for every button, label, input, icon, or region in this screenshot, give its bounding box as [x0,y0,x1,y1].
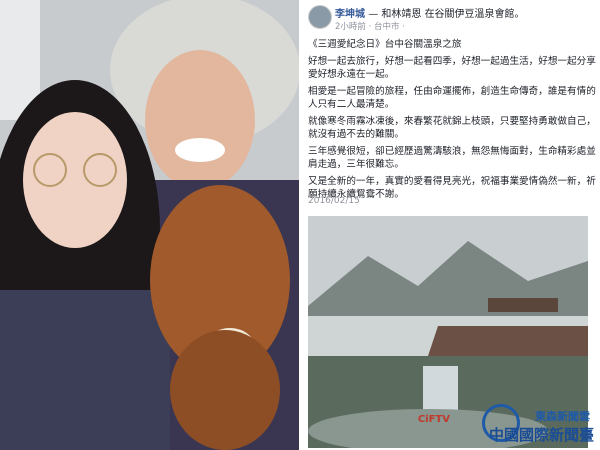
post-title: 《三週愛紀念日》台中谷關溫泉之旅 [308,39,462,50]
post-header: 李坤城 — 和林靖恩 在谷關伊豆溫泉會館。 2小時前 · 台中市 · [300,0,600,36]
post-date: 2016/02/15 [308,196,360,206]
post-paragraph: 相愛是一起冒險的旅程，任由命運擺佈，創造生命傳奇，誰是有情的人只有二人最清楚。 [308,85,596,111]
tagged-with[interactable]: — 和林靖恩 [368,9,421,20]
post-text: 《三週愛紀念日》台中谷關溫泉之旅 好想一起去旅行，好想一起看四季，好想一起過生活… [308,38,596,205]
checkin-location[interactable]: 在谷關伊豆溫泉會館。 [425,9,525,20]
post-paragraph: 三年感覺很短，卻已經歷過驚濤駭浪，無怨無悔面對，生命精彩處並肩走過，三年很難忘。 [308,145,596,171]
post-paragraph: 就像寒冬雨霧冰凍後，來春繁花就錦上枝頭，只要堅持勇敢做自己，就沒有過不去的難關。 [308,115,596,141]
post-author-line: 李坤城 — 和林靖恩 在谷關伊豆溫泉會館。 [335,5,525,20]
cftv-logo: CiFTV [417,414,450,425]
post-meta: 2小時前 · 台中市 · [335,22,405,32]
selfie-illustration [0,0,299,450]
watermark-ccn: 中國國際新聞臺 [488,426,594,444]
couple-selfie-photo [0,0,299,450]
facebook-post: 李坤城 — 和林靖恩 在谷關伊豆溫泉會館。 2小時前 · 台中市 · 《三週愛紀… [300,0,600,450]
watermark-ettoday: 東森新聞雲 [535,410,590,423]
author-name[interactable]: 李坤城 [335,9,365,20]
post-paragraph: 好想一起去旅行，好想一起看四季，好想一起過生活，好想一起分享愛好想永遠在一起。 [308,55,596,81]
author-avatar[interactable] [308,5,332,29]
